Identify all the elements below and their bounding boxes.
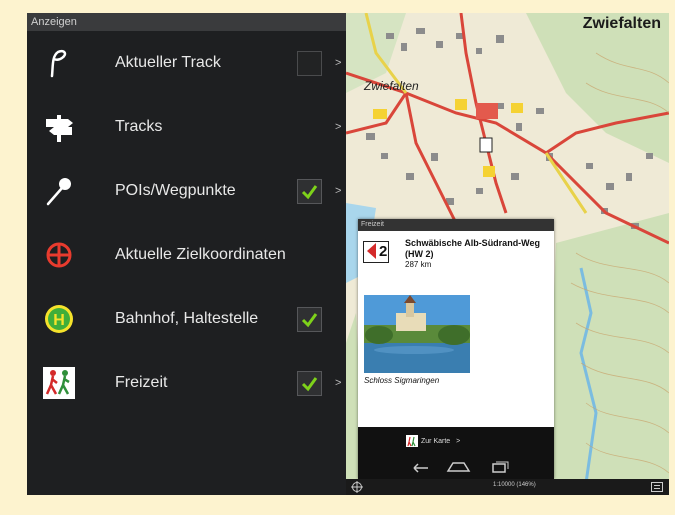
hikers-icon [406, 435, 418, 447]
home-icon[interactable] [446, 462, 471, 472]
zur-karte-label: Zur Karte [421, 438, 451, 445]
target-icon [41, 237, 77, 273]
menu-icon[interactable] [651, 482, 663, 492]
menu-item-freizeit[interactable]: Freizeit > [27, 351, 346, 415]
map-bottom-bar: 1:10000 (146%) [346, 479, 669, 495]
menu-label: Freizeit [115, 374, 168, 391]
checkbox[interactable] [297, 51, 322, 76]
menu-label: Tracks [115, 118, 163, 135]
chevron-right-icon[interactable]: > [335, 159, 341, 223]
locate-icon[interactable] [351, 481, 363, 493]
recent-apps-icon[interactable] [492, 461, 509, 473]
popup-footer: Zur Karte > [358, 427, 554, 479]
popup-header: Freizeit [358, 219, 554, 231]
menu-label: Bahnhof, Haltestelle [115, 310, 259, 327]
checkbox-checked[interactable] [297, 307, 322, 332]
hikers-icon [41, 365, 77, 401]
svg-text:H: H [53, 312, 65, 329]
menu-item-bahnhof[interactable]: H Bahnhof, Haltestelle [27, 287, 346, 351]
menu-item-pois[interactable]: POIs/Wegpunkte > [27, 159, 346, 223]
menu-label: POIs/Wegpunkte [115, 182, 236, 199]
chevron-right-icon[interactable]: > [335, 31, 341, 95]
photo-caption: Schloss Sigmaringen [364, 376, 440, 385]
back-icon[interactable] [413, 463, 428, 473]
castle-photo [364, 295, 470, 373]
menu-item-aktueller-track[interactable]: Aktueller Track > [27, 31, 346, 95]
checkbox-checked[interactable] [297, 179, 322, 204]
android-nav-bar [358, 459, 554, 475]
tablet-screen: Anzeigen Aktueller Track > Tracks > POIs… [27, 13, 669, 495]
chevron-right-icon[interactable]: > [335, 95, 341, 159]
signpost-icon [41, 109, 77, 145]
route-badge: 2 [363, 241, 389, 263]
route-title: Schwäbische Alb-Südrand-Weg (HW 2) [405, 238, 541, 259]
map-scale: 1:10000 (146%) [493, 482, 536, 488]
pin-icon [41, 173, 77, 209]
bus-stop-icon: H [41, 301, 77, 337]
chevron-right-icon: > [456, 438, 461, 445]
route-length: 287 km [405, 260, 432, 269]
map-title: Zwiefalten [582, 15, 661, 32]
route-number: 2 [379, 243, 388, 260]
zur-karte-link[interactable]: Zur Karte > [421, 435, 460, 449]
track-icon [41, 45, 77, 81]
menu-item-tracks[interactable]: Tracks > [27, 95, 346, 159]
checkbox-checked[interactable] [297, 371, 322, 396]
menu-label: Aktuelle Zielkoordinaten [115, 246, 286, 263]
map-place-label: Zwiefalten [364, 79, 419, 93]
poi-popup[interactable]: Freizeit 2 Schwäbische Alb-Südrand-Weg (… [358, 219, 554, 479]
chevron-right-icon[interactable]: > [335, 351, 341, 415]
menu-label: Aktueller Track [115, 54, 221, 71]
route-arrow-icon [367, 243, 376, 259]
menu-item-zielkoordinaten[interactable]: Aktuelle Zielkoordinaten [27, 223, 346, 287]
panel-title: Anzeigen [27, 13, 346, 31]
